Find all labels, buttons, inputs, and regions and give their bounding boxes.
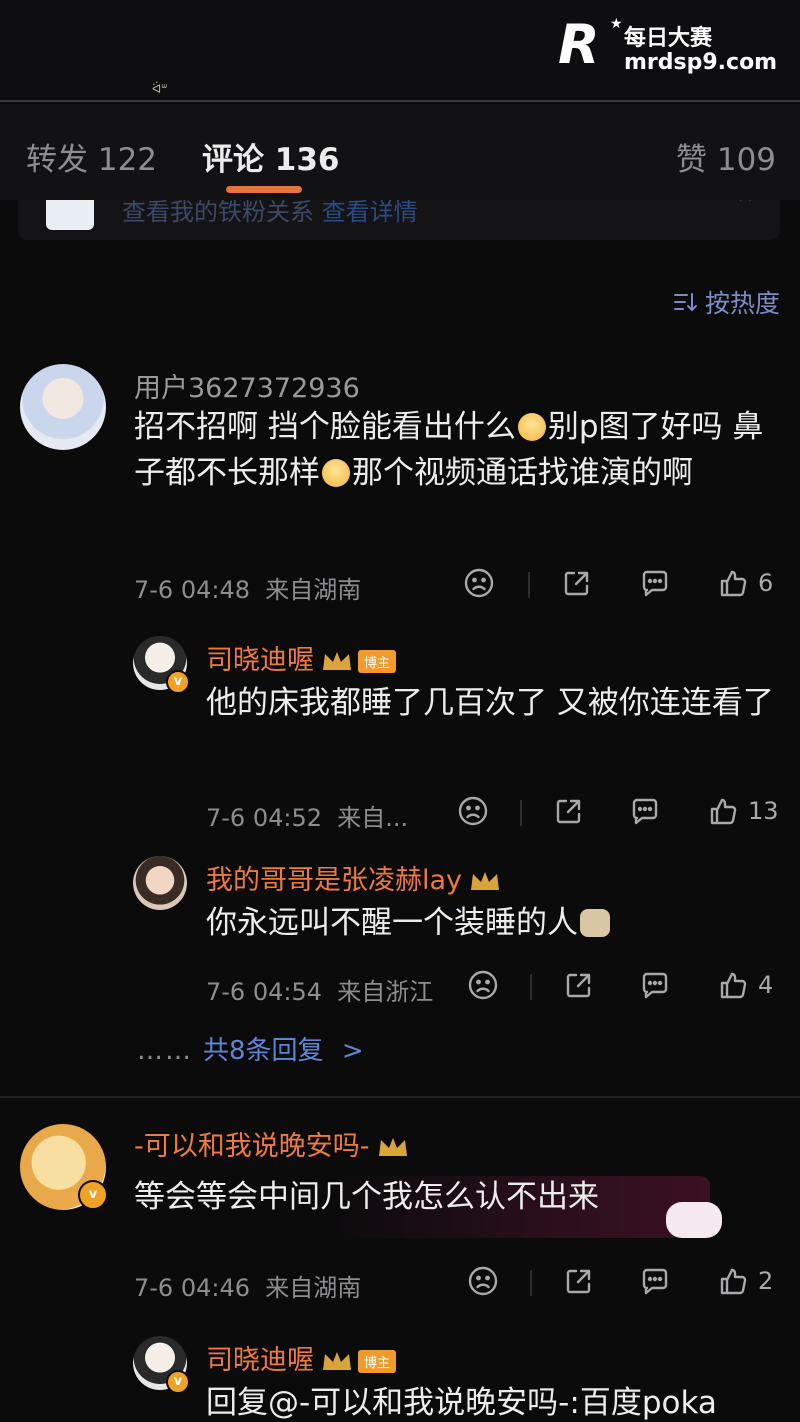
watermark-name: 每日大赛 (624, 26, 713, 51)
avatar[interactable] (133, 856, 187, 910)
comment-text: 招不招啊 挡个脸能看出什么 别p图了好吗 鼻子都不长那样 那个视频通话找谁演的啊 (134, 409, 764, 491)
dislike-button[interactable] (466, 1264, 500, 1298)
sort-icon (673, 293, 697, 312)
thumbs-up-icon (720, 972, 747, 999)
comment-icon (642, 1268, 668, 1295)
tab-reposts[interactable]: 转发 122 (26, 134, 157, 179)
banner-text: 查看我的铁粉关系 查看详情 (122, 200, 418, 226)
dislike-button[interactable] (456, 794, 490, 828)
comment-actions: 2 (466, 1264, 780, 1304)
like-count: 13 (748, 797, 779, 825)
more-dots: …… (137, 1036, 193, 1066)
share-icon (566, 973, 591, 998)
comment-meta: 7-6 04:48 来自湖南 (134, 576, 362, 604)
emoji-icon (322, 459, 350, 487)
comment-actions: 6 (462, 566, 782, 606)
comment-icon (642, 972, 668, 999)
like-count: 6 (758, 569, 774, 597)
reply-username[interactable]: 司晓迪喔 博主 (206, 638, 397, 677)
sad-face-icon (464, 568, 494, 598)
sad-face-icon (468, 1266, 498, 1296)
more-replies-link[interactable]: …… 共8条回复 > (137, 1030, 364, 1067)
share-button[interactable] (552, 794, 586, 828)
tab-comments[interactable]: 评论 136 (202, 134, 340, 179)
crown-icon (323, 651, 351, 670)
thumbs-up-icon (720, 1268, 747, 1295)
reply-text: 回复@-可以和我说晚安吗-:百度poka (206, 1385, 717, 1421)
verified-icon: v (166, 670, 190, 694)
banner-link[interactable]: 查看详情 (322, 200, 418, 226)
top-bar: ᐛᐜ R ★ 每日大赛 mrdsp9.com (0, 0, 800, 102)
active-tab-indicator (226, 186, 302, 193)
sad-face-icon (468, 970, 498, 1000)
watermark-r-logo: R (558, 13, 600, 76)
watermark-url: mrdsp9.com (624, 50, 778, 75)
like-count: 2 (758, 1267, 774, 1295)
divider (520, 800, 522, 826)
close-icon[interactable]: ⌃ (733, 200, 758, 223)
reply-meta: 7-6 04:52 来自... (206, 804, 409, 832)
comment-meta: 7-6 04:46 来自湖南 (134, 1274, 362, 1302)
share-button[interactable] (560, 566, 594, 600)
share-icon (564, 571, 589, 596)
dislike-button[interactable] (462, 566, 496, 600)
comment-icon (642, 570, 668, 597)
share-button[interactable] (562, 1264, 596, 1298)
like-count: 4 (758, 971, 774, 999)
like-button[interactable]: 6 (716, 566, 773, 600)
divider (528, 572, 530, 598)
reply-button[interactable] (638, 1264, 672, 1298)
reply-text: 你永远叫不醒一个装睡的人 (206, 900, 780, 946)
reply-button[interactable] (628, 794, 662, 828)
comment-username[interactable]: -可以和我说晚安吗- (134, 1124, 410, 1163)
reply-actions: 4 (466, 968, 780, 1008)
comment-icon (632, 798, 658, 825)
thumbs-up-icon (710, 798, 737, 825)
like-button[interactable]: 2 (716, 1264, 773, 1298)
sort-by-hot-button[interactable]: 按热度 (673, 284, 780, 320)
star-icon: ★ (610, 16, 623, 32)
reply-meta: 7-6 04:54 来自浙江 (206, 978, 434, 1006)
fans-banner[interactable]: 查看我的铁粉关系 查看详情 ⌃ (18, 200, 780, 240)
avatar[interactable] (20, 364, 106, 450)
share-icon (556, 799, 581, 824)
reply-username[interactable]: 司晓迪喔 博主 (206, 1338, 397, 1377)
verified-icon: v (78, 1180, 108, 1210)
reply-actions: 13 (456, 794, 780, 834)
banner-icon (46, 200, 94, 230)
reply-text: 他的床我都睡了几百次了 又被你连连看了 (206, 685, 774, 721)
author-tag: 博主 (358, 650, 397, 673)
divider (530, 974, 532, 1000)
cat-sticker-icon (580, 909, 610, 937)
sort-label: 按热度 (704, 289, 780, 318)
author-tag: 博主 (358, 1350, 397, 1373)
more-replies-label[interactable]: 共8条回复 (203, 1036, 324, 1066)
reply-username[interactable]: 我的哥哥是张凌赫lay (206, 858, 502, 897)
emoji-icon (517, 413, 546, 441)
comment-text: 等会等会中间几个我怎么认不出来 (134, 1179, 599, 1215)
sad-face-icon (458, 796, 488, 826)
crown-icon (378, 1137, 407, 1156)
thumbs-up-icon (720, 570, 747, 597)
verified-icon: v (166, 1370, 190, 1394)
comment-username[interactable]: 用户3627372936 (134, 366, 360, 405)
top-glyph: ᐛᐜ (152, 82, 168, 96)
reply-button[interactable] (638, 566, 672, 600)
share-icon (566, 1269, 591, 1294)
reply-button[interactable] (638, 968, 672, 1002)
crown-icon (323, 1351, 351, 1370)
comment-separator (0, 1096, 800, 1098)
like-button[interactable]: 13 (706, 794, 779, 828)
tab-bar: 转发 122 评论 136 赞 109 (0, 104, 800, 200)
tab-likes[interactable]: 赞 109 (676, 134, 776, 179)
watermark-logo: R ★ 每日大赛 mrdsp9.com (550, 12, 792, 84)
divider (530, 1270, 532, 1296)
dislike-button[interactable] (466, 968, 500, 1002)
crown-icon (471, 871, 500, 890)
like-button[interactable]: 4 (716, 968, 773, 1002)
share-button[interactable] (562, 968, 596, 1002)
chevron-right-icon: > (341, 1036, 364, 1066)
